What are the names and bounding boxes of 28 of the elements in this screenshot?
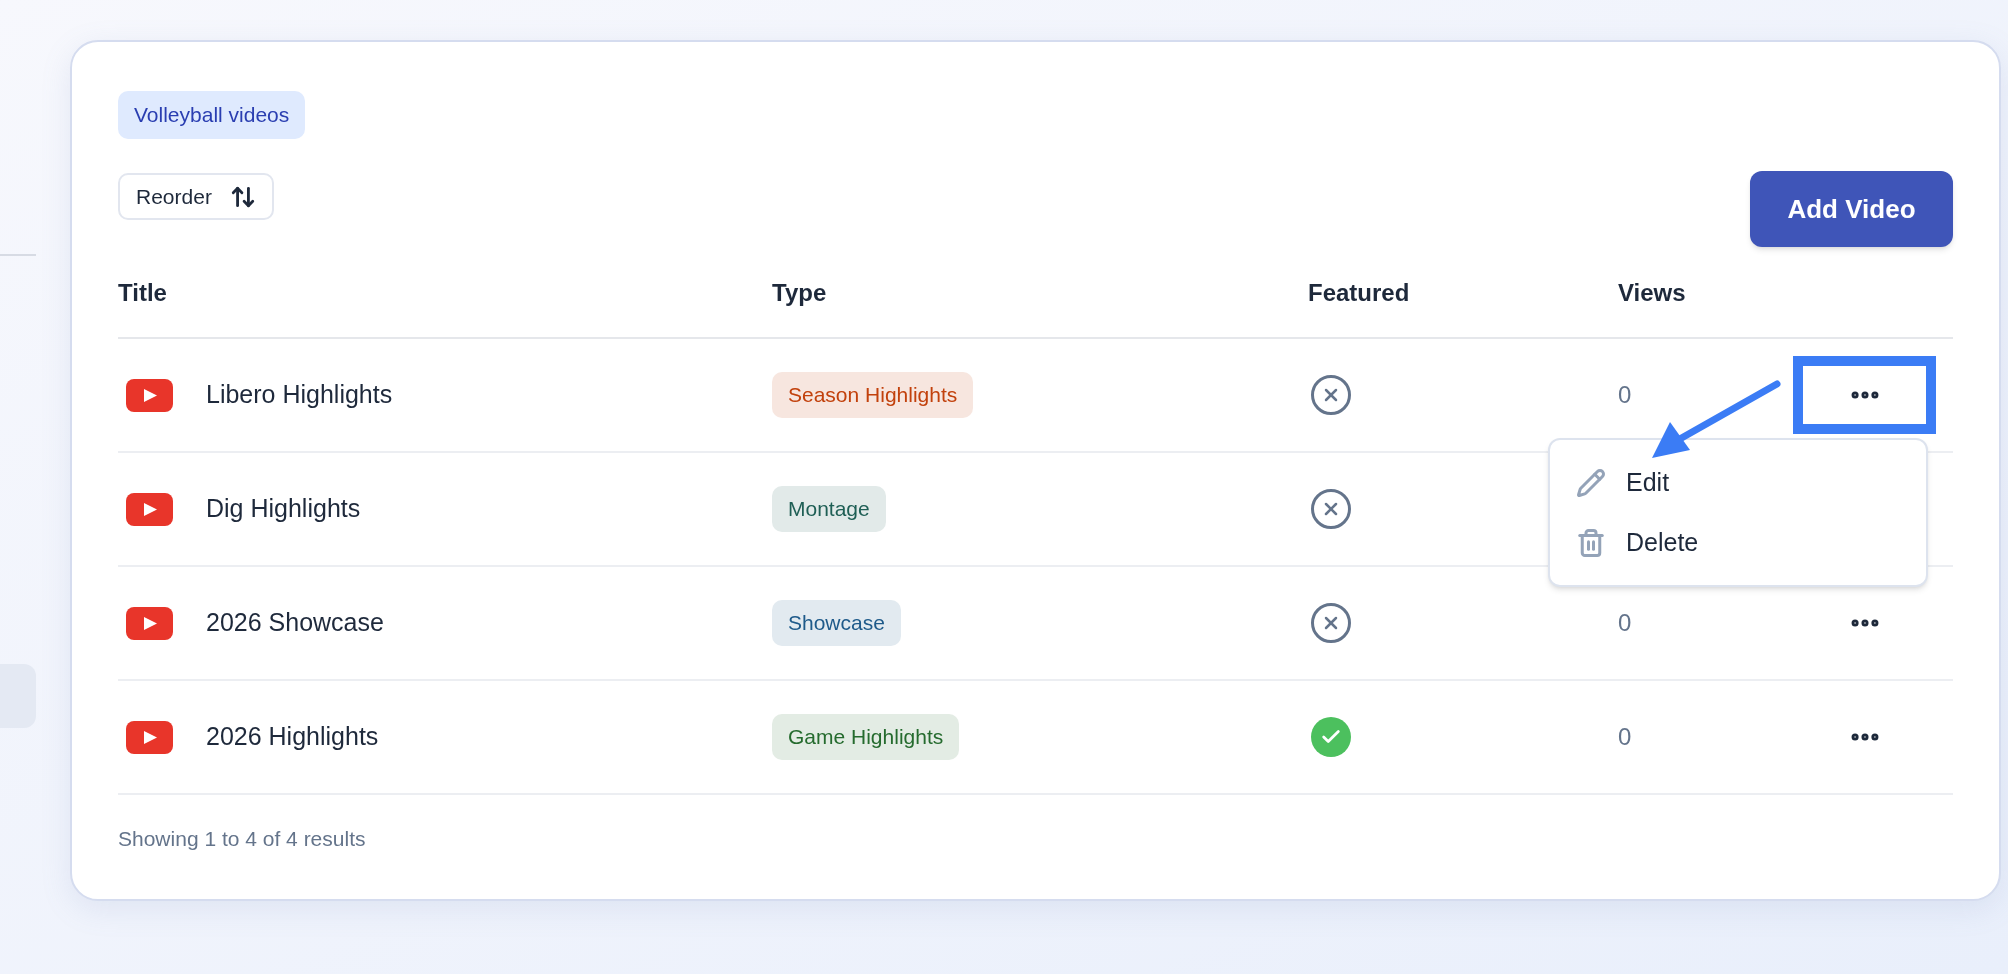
results-summary: Showing 1 to 4 of 4 results [118,826,367,852]
menu-item[interactable]: Edit [1576,457,1900,508]
video-play-icon [126,606,173,640]
video-title: 2026 Showcase [206,607,384,639]
type-tag: Game Highlights [772,714,960,760]
reorder-button[interactable]: Reorder [118,173,274,220]
column-header: Title [118,278,168,308]
video-title: 2026 Highlights [206,721,379,753]
video-play-icon [126,492,173,526]
edit-icon [1576,467,1606,498]
view-count: 0 [1618,609,1632,636]
column-header: Type [772,278,828,308]
view-count: 0 [1618,381,1632,408]
type-tag: Montage [772,486,886,532]
menu-item[interactable]: Delete [1576,517,1900,568]
video-play-icon [126,720,173,754]
video-title: Libero Highlights [206,379,393,411]
add-video-button[interactable]: Add Video [1750,171,1953,247]
column-header: Featured [1308,278,1411,308]
more-options-icon[interactable] [1793,356,1936,434]
collection-badge: Volleyball videos [118,91,306,139]
column-header: Views [1618,278,1687,308]
trash-icon [1576,527,1606,558]
video-title: Dig Highlights [206,493,361,525]
type-tag: Season Highlights [772,372,974,418]
video-play-icon [126,378,173,412]
type-tag: Showcase [772,600,901,646]
view-count: 0 [1618,723,1632,750]
